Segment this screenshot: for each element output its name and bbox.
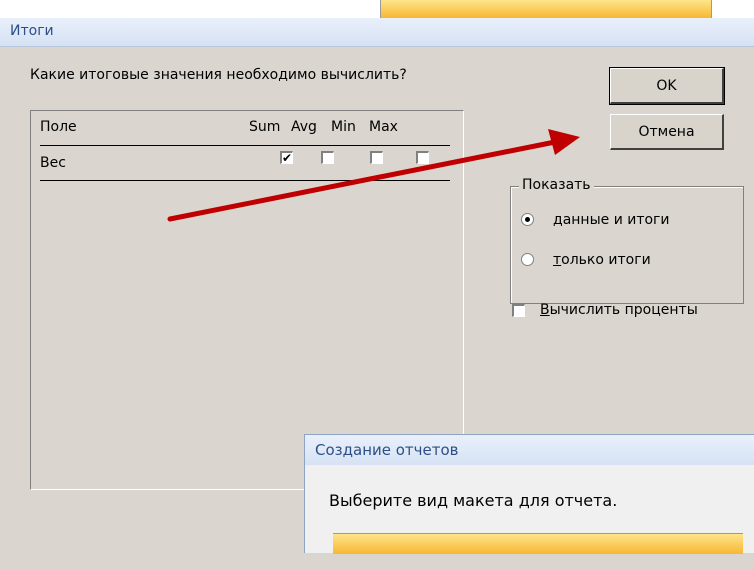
report-wizard-yellow-panel xyxy=(333,533,743,554)
cancel-button[interactable]: Отмена xyxy=(610,114,724,150)
question-label: Какие итоговые значения необходимо вычис… xyxy=(30,67,407,83)
row-field-name: Вес xyxy=(40,155,66,171)
dialog-title: Итоги xyxy=(10,23,54,39)
header-min: Min xyxy=(331,119,356,135)
show-groupbox: Показать данные и итоги только итоги xyxy=(510,177,744,304)
show-group-legend: Показать xyxy=(519,177,594,193)
checkbox-max[interactable] xyxy=(416,151,429,164)
header-max: Max xyxy=(369,119,398,135)
radio-data-and-totals-label[interactable]: данные и итоги xyxy=(553,212,670,228)
checkbox-percent-label[interactable]: Вычислить проценты xyxy=(540,302,698,318)
checkbox-sum[interactable]: ✔ xyxy=(280,151,293,164)
header-avg: Avg xyxy=(291,119,317,135)
background-yellow-panel xyxy=(380,0,712,18)
checkbox-avg[interactable] xyxy=(321,151,334,164)
report-wizard-titlebar[interactable]: Создание отчетов xyxy=(305,435,754,465)
header-divider xyxy=(40,145,450,146)
checkbox-percent[interactable] xyxy=(512,304,525,317)
report-wizard-text: Выберите вид макета для отчета. xyxy=(329,491,618,510)
radio-totals-only-label[interactable]: только итоги xyxy=(553,252,651,268)
row-divider xyxy=(40,180,450,181)
ok-button[interactable]: OK xyxy=(609,67,725,105)
report-wizard-dialog: Создание отчетов Выберите вид макета для… xyxy=(304,434,754,554)
checkbox-min[interactable] xyxy=(370,151,383,164)
radio-data-and-totals[interactable] xyxy=(521,213,534,226)
dialog-titlebar[interactable]: Итоги xyxy=(0,18,754,47)
header-field: Поле xyxy=(40,119,77,135)
fields-list[interactable]: Поле Sum Avg Min Max Вес ✔ xyxy=(30,110,464,490)
header-sum: Sum xyxy=(249,119,281,135)
report-wizard-title: Создание отчетов xyxy=(315,441,459,459)
radio-totals-only[interactable] xyxy=(521,253,534,266)
